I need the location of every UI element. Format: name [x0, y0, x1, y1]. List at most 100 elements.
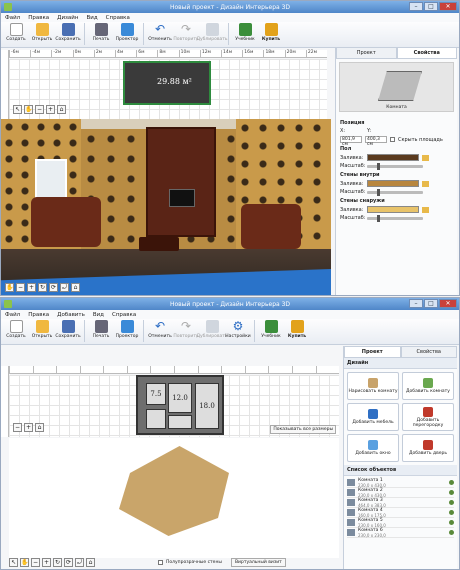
apartment-plan[interactable]: 7.5 12.0 18.0 — [136, 375, 224, 435]
tilt-icon[interactable]: ⤾ — [60, 283, 69, 292]
orbit-icon[interactable]: ⟳ — [49, 283, 58, 292]
room-4[interactable] — [146, 409, 166, 429]
visibility-icon[interactable] — [449, 520, 454, 525]
home-icon[interactable]: ⌂ — [86, 558, 95, 567]
tab-project[interactable]: Проект — [344, 346, 401, 357]
translucent-walls-checkbox[interactable] — [158, 560, 163, 565]
menu-file[interactable]: Файл — [5, 15, 20, 21]
visibility-icon[interactable] — [449, 480, 454, 485]
folder-icon[interactable] — [422, 180, 429, 187]
home-icon[interactable]: ⌂ — [57, 105, 66, 114]
walls-inside-scale-slider[interactable] — [367, 188, 423, 196]
x-field[interactable]: 801,9 см — [340, 136, 362, 147]
new-button[interactable]: Создать — [4, 320, 28, 344]
minimize-button[interactable]: – — [409, 2, 423, 11]
close-button[interactable]: ✕ — [439, 299, 457, 308]
tilt-icon[interactable]: ⤾ — [75, 558, 84, 567]
buy-button[interactable]: Купить — [285, 320, 309, 344]
list-item[interactable]: Комната 4 160,0 x 175,0 — [347, 508, 454, 518]
add-door-button[interactable]: Добавить дверь — [402, 434, 454, 462]
duplicate-button[interactable]: Дублировать — [196, 320, 228, 344]
open-button[interactable]: Открыть — [30, 23, 54, 47]
folder-icon[interactable] — [422, 206, 429, 213]
duplicate-button[interactable]: Дублировать — [196, 23, 228, 47]
menu-view[interactable]: Вид — [86, 15, 97, 21]
hand-icon[interactable]: ✋ — [5, 283, 14, 292]
undo-button[interactable]: ↶ Отменить — [148, 320, 172, 344]
orbit-icon[interactable]: ⟳ — [64, 558, 73, 567]
new-button[interactable]: Создать — [4, 23, 28, 47]
room-1[interactable]: 7.5 — [146, 383, 166, 405]
menu-design[interactable]: Дизайн — [57, 15, 78, 21]
undo-button[interactable]: ↶ Отменить — [148, 23, 172, 47]
floor-scale-slider[interactable] — [367, 162, 423, 170]
menu-help[interactable]: Справка — [106, 15, 130, 21]
open-button[interactable]: Открыть — [30, 320, 54, 344]
walls-inside-fill-swatch[interactable] — [367, 180, 419, 187]
3d-view[interactable]: ✋ − + ↻ ⟳ ⤾ ⌂ — [1, 119, 331, 295]
y-field[interactable]: 400,3 см — [365, 136, 387, 147]
redo-button[interactable]: ↷ Повторить — [173, 320, 198, 344]
tab-properties[interactable]: Свойства — [400, 346, 457, 357]
zoom-out-icon[interactable]: − — [16, 283, 25, 292]
print-button[interactable]: Печать — [89, 320, 113, 344]
add-room-button[interactable]: Добавить комнату — [402, 372, 454, 400]
floor-fill-swatch[interactable] — [367, 154, 419, 161]
zoom-out-icon[interactable]: − — [13, 423, 22, 432]
add-furniture-button[interactable]: Добавить мебель — [347, 403, 399, 431]
close-button[interactable]: ✕ — [439, 2, 457, 11]
rotate-icon[interactable]: ↻ — [38, 283, 47, 292]
floor-plan-2d[interactable]: 29.88 м² ↖ ✋ − + ⌂ — [9, 59, 327, 119]
menu-file[interactable]: Файл — [5, 312, 20, 318]
projector-button[interactable]: Проектор — [115, 320, 139, 344]
settings-button[interactable]: ⚙ Настройки — [225, 320, 250, 344]
print-button[interactable]: Печать — [89, 23, 113, 47]
list-item[interactable]: Комната 2 230,0 x 430,0 — [347, 488, 454, 498]
floor-plan-2d[interactable]: 7.5 12.0 18.0 − + ⌂ Показывать все разме… — [9, 375, 339, 437]
menu-edit[interactable]: Правка — [28, 312, 49, 318]
hand-icon[interactable]: ✋ — [20, 558, 29, 567]
maximize-button[interactable]: □ — [424, 299, 438, 308]
visibility-icon[interactable] — [449, 490, 454, 495]
pointer-icon[interactable]: ↖ — [13, 105, 22, 114]
list-item[interactable]: Комната 1 230,0 x 430,0 — [347, 478, 454, 488]
projector-button[interactable]: Проектор — [115, 23, 139, 47]
list-item[interactable]: Комната 6 230,0 x 230,0 — [347, 528, 454, 538]
zoom-in-icon[interactable]: + — [27, 283, 36, 292]
redo-button[interactable]: ↷ Повторить — [173, 23, 198, 47]
menu-add[interactable]: Добавить — [57, 312, 85, 318]
folder-icon[interactable] — [422, 154, 429, 161]
tab-project[interactable]: Проект — [336, 47, 397, 58]
hand-icon[interactable]: ✋ — [24, 105, 33, 114]
visibility-icon[interactable] — [449, 500, 454, 505]
buy-button[interactable]: Купить — [259, 23, 283, 47]
hide-area-checkbox[interactable] — [390, 137, 395, 142]
home-icon[interactable]: ⌂ — [35, 423, 44, 432]
3d-view[interactable] — [9, 438, 339, 558]
zoom-in-icon[interactable]: + — [24, 423, 33, 432]
pointer-icon[interactable]: ↖ — [9, 558, 18, 567]
visibility-icon[interactable] — [449, 510, 454, 515]
virtual-visit-button[interactable]: Виртуальный визит — [230, 558, 286, 567]
save-button[interactable]: Сохранить — [55, 23, 81, 47]
room-3[interactable]: 18.0 — [195, 383, 219, 429]
list-item[interactable]: Комната 5 230,0 x 160,0 — [347, 518, 454, 528]
selected-room[interactable]: 29.88 м² — [123, 61, 211, 105]
draw-room-button[interactable]: Нарисовать комнату — [347, 372, 399, 400]
room-2[interactable]: 12.0 — [168, 383, 192, 413]
zoom-in-icon[interactable]: + — [46, 105, 55, 114]
menu-help[interactable]: Справка — [112, 312, 136, 318]
add-window-button[interactable]: Добавить окно — [347, 434, 399, 462]
walls-outside-scale-slider[interactable] — [367, 214, 423, 222]
show-all-sizes-button[interactable]: Показывать все размеры — [270, 425, 336, 434]
rotate-icon[interactable]: ↻ — [53, 558, 62, 567]
menu-edit[interactable]: Правка — [28, 15, 49, 21]
room-5[interactable] — [168, 415, 192, 429]
tutorial-button[interactable]: Учебник — [259, 320, 283, 344]
zoom-out-icon[interactable]: − — [31, 558, 40, 567]
list-item[interactable]: Комната 3 464,0 x 383,0 — [347, 498, 454, 508]
tab-properties[interactable]: Свойства — [396, 47, 457, 58]
zoom-in-icon[interactable]: + — [42, 558, 51, 567]
save-button[interactable]: Сохранить — [55, 320, 81, 344]
visibility-icon[interactable] — [449, 530, 454, 535]
